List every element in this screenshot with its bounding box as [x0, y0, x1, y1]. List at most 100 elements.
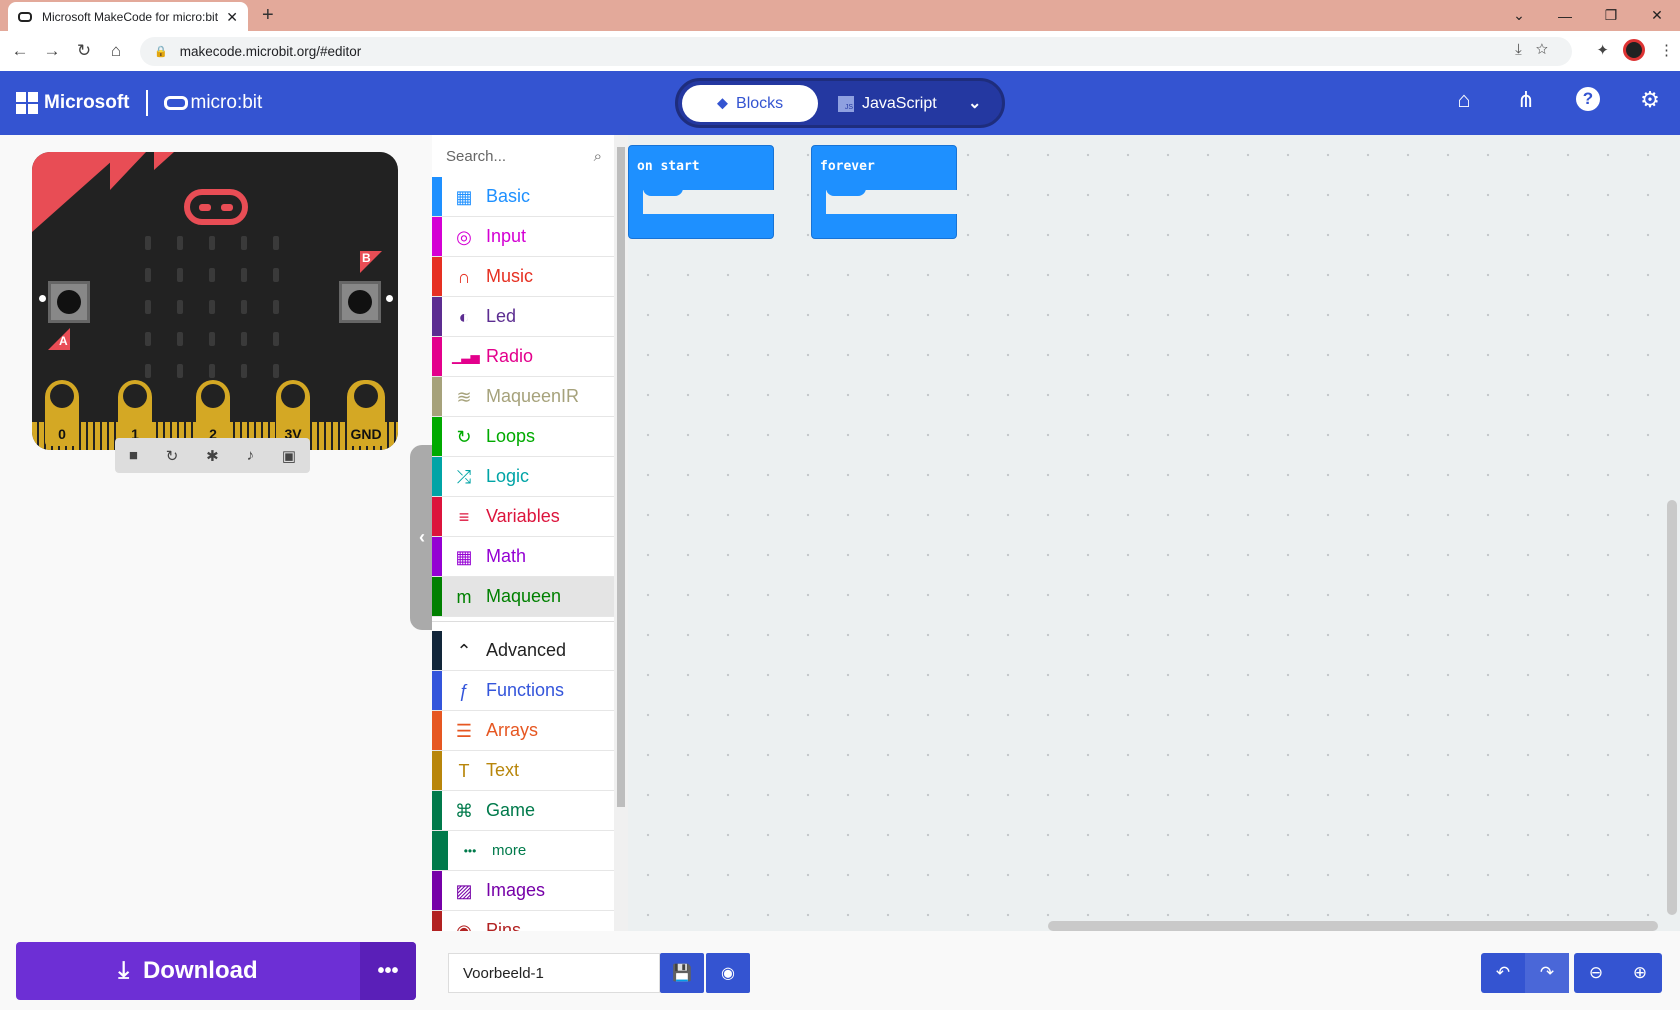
- project-name-input[interactable]: Voorbeeld-1: [448, 953, 660, 993]
- category-game[interactable]: ⌘ Game: [432, 791, 614, 831]
- zoom-in-icon[interactable]: ⊕: [1618, 953, 1662, 993]
- zoom-out-icon[interactable]: ⊖: [1574, 953, 1618, 993]
- category-radio[interactable]: ▁▃▅ Radio: [432, 337, 614, 377]
- blocks-workspace[interactable]: on start forever: [628, 135, 1680, 931]
- profile-dropdown-icon[interactable]: ⌄: [1496, 7, 1542, 24]
- js-icon: JS: [838, 95, 854, 112]
- category-arrays[interactable]: ☰ Arrays: [432, 711, 614, 751]
- signal-bars-icon: ▁▃▅: [452, 350, 480, 364]
- category-label: Variables: [486, 506, 560, 526]
- grid-icon: ▦: [455, 187, 473, 207]
- search-input[interactable]: Search...: [446, 148, 506, 165]
- category-math[interactable]: ▦ Math: [432, 537, 614, 577]
- javascript-mode-button[interactable]: JS JavaScript: [838, 85, 937, 122]
- toolbox-scrollbar[interactable]: [614, 135, 628, 931]
- category-color-bar: [432, 217, 442, 256]
- share-icon[interactable]: ⋔: [1514, 87, 1538, 113]
- window-controls: ⌄ — ❐ ✕: [1496, 0, 1680, 31]
- home-browser-icon[interactable]: ⌂: [100, 41, 132, 61]
- button-a[interactable]: [48, 281, 90, 323]
- restore-icon[interactable]: ❐: [1588, 7, 1634, 24]
- workspace-vertical-scrollbar[interactable]: [1667, 500, 1677, 915]
- category-maqueen[interactable]: m Maqueen: [432, 577, 614, 617]
- category-pins[interactable]: ◉ Pins: [432, 911, 614, 931]
- text-icon: T: [458, 761, 470, 781]
- on-start-notch: [643, 184, 683, 196]
- browser-menu-icon[interactable]: ⋮: [1659, 41, 1674, 59]
- browser-tab-title: Microsoft MakeCode for micro:bit: [42, 10, 219, 24]
- github-button[interactable]: ◉: [706, 953, 750, 993]
- forever-block[interactable]: forever: [811, 145, 958, 239]
- install-and-bookmark-icons[interactable]: ⤓☆: [1515, 41, 1562, 58]
- category-advanced[interactable]: ⌃ Advanced: [432, 631, 614, 671]
- toolbox-divider: [432, 621, 614, 631]
- download-more-button[interactable]: •••: [360, 942, 416, 1000]
- reload-icon[interactable]: ↻: [68, 41, 100, 61]
- category-color-bar: [432, 457, 442, 496]
- category-color-bar: [432, 577, 442, 616]
- home-icon[interactable]: ⌂: [1452, 87, 1476, 113]
- pin-1[interactable]: 1: [118, 380, 152, 446]
- close-tab-icon[interactable]: ✕: [226, 9, 238, 26]
- chevron-left-icon: ‹: [419, 527, 425, 547]
- undo-redo-group: ↶ ↷: [1481, 953, 1569, 993]
- close-window-icon[interactable]: ✕: [1634, 7, 1680, 24]
- stop-icon[interactable]: ■: [129, 447, 138, 464]
- category-label: Functions: [486, 680, 565, 700]
- category-color-bar: [432, 911, 442, 931]
- category-images[interactable]: ▨ Images: [432, 871, 614, 911]
- back-icon[interactable]: ←: [4, 41, 36, 61]
- undo-icon[interactable]: ↶: [1481, 953, 1525, 993]
- collapse-simulator-button[interactable]: ‹: [410, 445, 434, 630]
- profile-avatar[interactable]: [1623, 39, 1645, 61]
- on-start-block[interactable]: on start: [628, 145, 775, 239]
- category-logic[interactable]: ⤮ Logic: [432, 457, 614, 497]
- toolbox-search[interactable]: Search... ⌕: [432, 135, 614, 177]
- category-led[interactable]: ◐ Led: [432, 297, 614, 337]
- pin-2[interactable]: 2: [196, 380, 230, 446]
- search-icon[interactable]: ⌕: [594, 148, 602, 165]
- on-start-label: on start: [637, 159, 700, 174]
- volume-icon[interactable]: ♪: [247, 447, 255, 464]
- category-label: Led: [486, 306, 517, 326]
- category-label: more: [492, 842, 527, 859]
- fullscreen-icon[interactable]: ▣: [282, 447, 296, 465]
- brand[interactable]: Microsoft micro:bit: [16, 90, 262, 116]
- gear-icon[interactable]: ⚙: [1638, 87, 1662, 113]
- microbit-logo-pad[interactable]: [184, 189, 248, 225]
- pin-3v[interactable]: 3V: [276, 380, 310, 446]
- pin-0[interactable]: 0: [45, 380, 79, 446]
- help-icon[interactable]: ?: [1576, 87, 1600, 111]
- button-b[interactable]: [339, 281, 381, 323]
- category-input[interactable]: ◎ Input: [432, 217, 614, 257]
- category-loops[interactable]: ↻ Loops: [432, 417, 614, 457]
- redo-icon[interactable]: ↷: [1525, 953, 1569, 993]
- chevron-down-icon[interactable]: ⌄: [968, 93, 981, 113]
- pin-gnd[interactable]: GND: [347, 380, 385, 446]
- category-functions[interactable]: ƒ Functions: [432, 671, 614, 711]
- category-label: Loops: [486, 426, 536, 446]
- minimize-icon[interactable]: —: [1542, 8, 1588, 24]
- category-basic[interactable]: ▦ Basic: [432, 177, 614, 217]
- restart-icon[interactable]: ↻: [166, 447, 179, 465]
- category-color-bar: [432, 497, 442, 536]
- save-button[interactable]: 💾: [660, 953, 704, 993]
- workspace-horizontal-scrollbar[interactable]: [1048, 921, 1658, 931]
- forward-icon[interactable]: →: [36, 41, 68, 61]
- address-bar[interactable]: 🔒 makecode.microbit.org/#editor ⤓☆: [140, 37, 1572, 66]
- browser-tab-strip: Microsoft MakeCode for micro:bit ✕ + ⌄ —…: [0, 0, 1680, 32]
- advanced-category-list: ƒ Functions ☰ Arrays T Text ⌘ Game ••• more ▨ Image…: [432, 671, 614, 931]
- download-button[interactable]: ⤓ Download: [16, 957, 360, 985]
- category-more[interactable]: ••• more: [432, 831, 614, 871]
- extensions-icon[interactable]: ✦: [1596, 41, 1609, 59]
- browser-tab[interactable]: Microsoft MakeCode for micro:bit ✕: [8, 2, 248, 32]
- category-music[interactable]: ∩ Music: [432, 257, 614, 297]
- new-tab-icon[interactable]: +: [262, 4, 274, 27]
- category-text[interactable]: T Text: [432, 751, 614, 791]
- debug-bug-icon[interactable]: ✱: [206, 447, 219, 465]
- category-maqueenir[interactable]: ≋ MaqueenIR: [432, 377, 614, 417]
- microbit-logo-icon: [163, 96, 188, 110]
- chevron-up-icon: ⌃: [456, 641, 472, 661]
- blocks-mode-button[interactable]: ⬥ Blocks: [682, 85, 818, 122]
- category-variables[interactable]: ≡ Variables: [432, 497, 614, 537]
